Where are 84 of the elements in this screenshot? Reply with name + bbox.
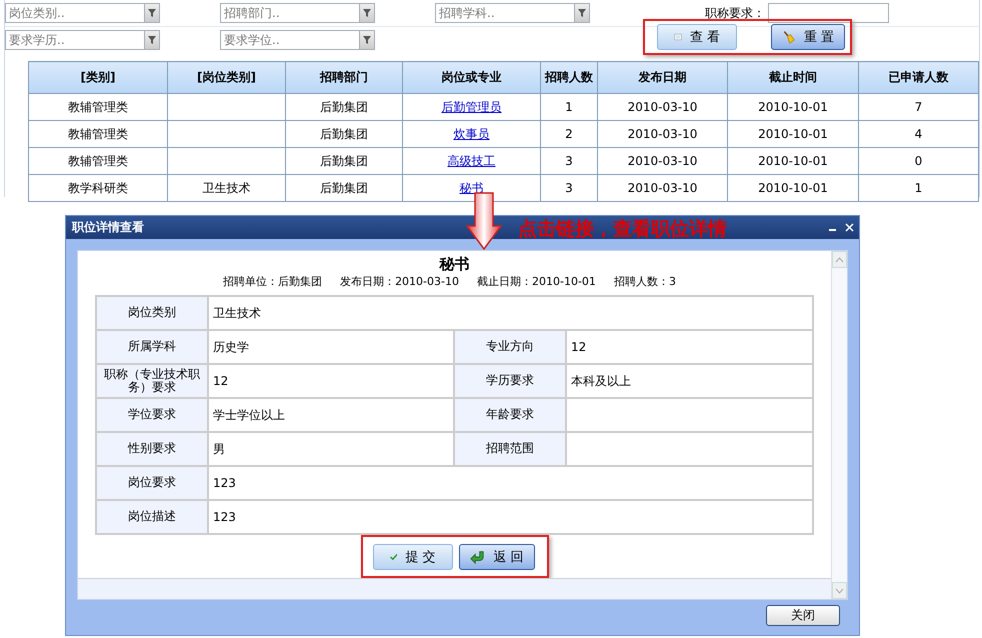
view-button[interactable]: 查 看	[657, 24, 737, 50]
table-cell: 教辅管理类	[68, 126, 128, 140]
field-label: 学位要求	[128, 407, 176, 422]
field-value: 12	[213, 374, 228, 388]
table-cell: 1	[914, 181, 922, 195]
column-header[interactable]: 截止时间	[728, 62, 858, 94]
position-link[interactable]: 秘书	[460, 180, 484, 194]
table-cell: 7	[914, 100, 922, 114]
field-value: 卫生技术	[213, 306, 261, 320]
field-label: 职称（专业技术职务）要求	[104, 366, 200, 394]
table-cell: 后勤集团	[320, 154, 368, 168]
info-text: 截止日期：2010-10-01	[477, 274, 596, 289]
table-cell: 2010-03-10	[628, 181, 698, 195]
table-cell: 2010-03-10	[628, 127, 698, 141]
field-label: 性别要求	[128, 441, 176, 456]
table-cell: 后勤集团	[320, 126, 368, 140]
position-link[interactable]: 炊事员	[454, 126, 490, 140]
table-cell: 3	[565, 181, 573, 195]
back-button[interactable]: 返 回	[458, 544, 534, 570]
field-label: 岗位描述	[128, 509, 176, 524]
column-header[interactable]: 招聘人数	[540, 62, 598, 94]
field-value: 男	[213, 442, 225, 456]
table-cell: 4	[914, 127, 922, 141]
input-field[interactable]	[768, 3, 889, 23]
column-header[interactable]: 发布日期	[598, 62, 728, 94]
table-cell: 卫生技术	[202, 180, 250, 194]
filter-select[interactable]: 招聘学科..	[435, 3, 590, 23]
field-value: 历史学	[213, 340, 249, 354]
table-cell: 2	[565, 127, 573, 141]
field-value: 123	[213, 510, 236, 524]
table-cell: 教辅管理类	[68, 100, 128, 114]
info-text: 发布日期：2010-03-10	[340, 274, 459, 289]
table-cell: 1	[565, 100, 573, 114]
table-cell: 教学科研类	[68, 180, 128, 194]
column-header[interactable]: 招聘部门	[286, 62, 402, 94]
table-cell: 2010-10-01	[758, 181, 828, 195]
table-cell: 后勤集团	[320, 100, 368, 114]
table-cell: 0	[914, 154, 922, 168]
field-label: 招聘范围	[486, 441, 534, 456]
dropdown-icon[interactable]	[359, 31, 374, 49]
info-text: 招聘单位：后勤集团	[223, 274, 322, 289]
reset-button[interactable]: 重 置	[771, 24, 845, 50]
filter-select[interactable]: 岗位类别..	[5, 3, 160, 23]
table-cell: 2010-10-01	[758, 154, 828, 168]
column-header[interactable]: [类别]	[28, 62, 168, 94]
field-label: 岗位要求	[128, 475, 176, 490]
table-cell: 2010-03-10	[628, 154, 698, 168]
field-value: 123	[213, 476, 236, 490]
filter-select[interactable]: 要求学历..	[5, 30, 160, 50]
field-value: 本科及以上	[571, 374, 631, 388]
field-label: 专业方向	[486, 339, 534, 354]
filter-select[interactable]: 招聘部门..	[220, 3, 375, 23]
annotation-text: 点击链接，查看职位详情	[518, 217, 727, 242]
column-header[interactable]: [岗位类别]	[168, 62, 286, 94]
filter-select[interactable]: 要求学位..	[220, 30, 375, 50]
dropdown-icon[interactable]	[144, 4, 159, 22]
down-arrow-icon	[466, 192, 502, 250]
field-value: 学士学位以上	[213, 408, 285, 422]
window-title: 职位详情查看	[72, 219, 144, 236]
submit-button[interactable]: 提 交	[372, 544, 452, 570]
column-header[interactable]: 已申请人数	[858, 62, 978, 94]
table-cell: 2010-03-10	[628, 100, 698, 114]
broom-icon	[782, 28, 796, 46]
info-text: 招聘人数：3	[614, 274, 676, 289]
position-link[interactable]: 高级技工	[448, 154, 496, 168]
table-cell: 2010-10-01	[758, 100, 828, 114]
close-icon[interactable]	[844, 222, 855, 233]
window-icon	[674, 31, 682, 43]
dropdown-icon[interactable]	[144, 31, 159, 49]
column-header[interactable]: 岗位或专业	[402, 62, 540, 94]
dropdown-icon[interactable]	[359, 4, 374, 22]
filter-label: 职称要求：	[705, 4, 765, 22]
table-cell: 后勤集团	[320, 180, 368, 194]
field-value: 12	[571, 340, 586, 354]
table-cell: 2010-10-01	[758, 127, 828, 141]
close-button[interactable]: 关闭	[766, 605, 840, 626]
dropdown-icon[interactable]	[574, 4, 589, 22]
field-label: 所属学科	[128, 339, 176, 354]
job-title: 秘书	[438, 255, 470, 274]
field-label: 岗位类别	[128, 305, 176, 320]
field-label: 学历要求	[486, 373, 534, 388]
table-cell: 3	[565, 154, 573, 168]
field-label: 年龄要求	[486, 407, 534, 422]
table-cell: 教辅管理类	[68, 154, 128, 168]
